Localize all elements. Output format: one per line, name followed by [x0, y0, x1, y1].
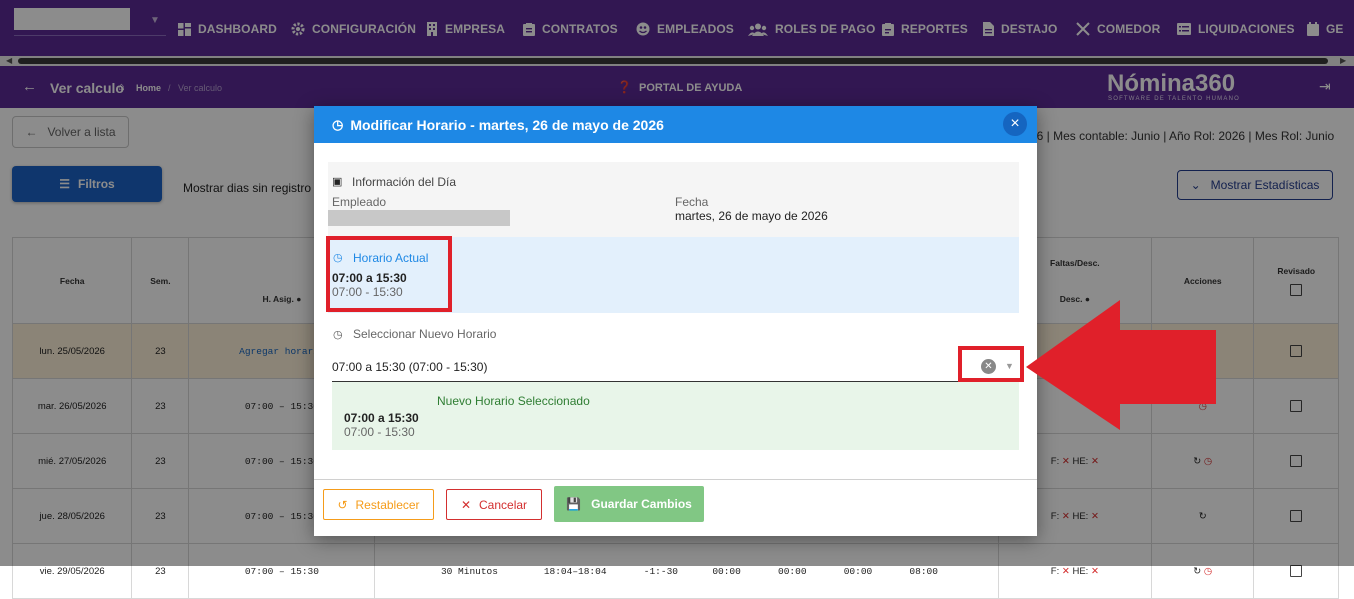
edit-schedule-dialog: ◷ Modificar Horario - martes, 26 de mayo…	[314, 106, 1037, 536]
refresh-icon[interactable]: ↻	[1193, 566, 1201, 577]
select-value: 07:00 a 15:30 (07:00 - 15:30)	[332, 360, 488, 374]
info-title: Información del Día	[352, 175, 457, 189]
date-value: martes, 26 de mayo de 2026	[675, 209, 828, 223]
annotation-highlight-current	[326, 236, 452, 312]
x-icon: ✕	[1090, 565, 1099, 577]
new-schedule-name: 07:00 a 15:30	[344, 411, 419, 425]
new-schedule-title: Nuevo Horario Seleccionado	[437, 394, 590, 408]
clock-icon: ◷	[333, 329, 343, 341]
reset-button[interactable]: ↺ Restablecer	[323, 489, 434, 520]
new-schedule-range: 07:00 - 15:30	[344, 425, 415, 439]
reviewed-checkbox[interactable]	[1290, 565, 1303, 577]
clock-icon[interactable]: ◷	[1204, 566, 1212, 577]
employee-label: Empleado	[332, 195, 387, 209]
employee-name-redacted	[328, 210, 510, 226]
footer-divider	[314, 479, 1037, 480]
cancel-button[interactable]: ✕ Cancelar	[446, 489, 542, 520]
calendar-icon: ▣	[332, 176, 343, 188]
date-label: Fecha	[675, 195, 709, 209]
save-icon: 💾	[566, 497, 582, 511]
close-icon: ✕	[460, 497, 472, 512]
annotation-highlight-dropdown	[958, 346, 1024, 382]
close-button[interactable]: ×	[1003, 112, 1027, 136]
dialog-title: Modificar Horario - martes, 26 de mayo d…	[350, 116, 664, 133]
history-icon: ↺	[337, 497, 348, 512]
dialog-header: ◷ Modificar Horario - martes, 26 de mayo…	[314, 106, 1037, 143]
save-button[interactable]: 💾 Guardar Cambios	[554, 486, 704, 522]
new-schedule-panel	[332, 382, 1019, 450]
x-icon: ✕	[1061, 565, 1070, 577]
clock-icon: ◷	[332, 116, 344, 132]
select-label: Seleccionar Nuevo Horario	[353, 327, 497, 341]
annotation-arrow-icon	[1026, 300, 1216, 430]
